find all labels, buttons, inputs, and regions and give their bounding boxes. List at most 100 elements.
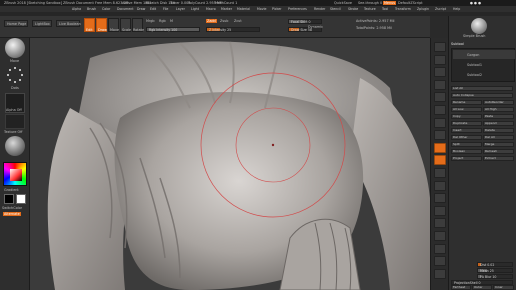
live-boolean-button[interactable]: Live Boolean	[56, 20, 81, 27]
move-button[interactable]: Move	[108, 18, 119, 32]
tray-split-button[interactable]: Split	[451, 142, 482, 147]
main-color-swatch[interactable]	[4, 194, 14, 204]
subtool-title[interactable]: Subtool	[451, 42, 464, 46]
solo-icon[interactable]	[434, 256, 446, 267]
polyf-icon[interactable]	[434, 218, 446, 229]
subtool-row-2[interactable]: Subtool1	[453, 60, 515, 69]
menu-tool[interactable]: Tool	[382, 7, 388, 11]
ghost-icon[interactable]	[434, 243, 446, 254]
zadd-button[interactable]: Zadd	[206, 19, 217, 23]
menu-draw[interactable]: Draw	[137, 7, 145, 11]
menu-transform[interactable]: Transform	[395, 7, 411, 11]
aahalf-icon[interactable]	[434, 105, 446, 115]
scale-icon[interactable]	[434, 193, 446, 204]
menu-document[interactable]: Document	[117, 7, 134, 11]
menu-zplugin[interactable]: Zplugin	[417, 7, 429, 11]
default-zscript-button[interactable]: DefaultZScript	[398, 1, 423, 5]
menu-layer[interactable]: Layer	[176, 7, 185, 11]
tray-del-other-button[interactable]: Del Other	[451, 135, 482, 140]
frame-icon[interactable]	[434, 168, 446, 178]
tray-copy-button[interactable]: Copy	[451, 114, 482, 119]
tray-project-button[interactable]: Project	[451, 156, 482, 161]
z-intensity-slider[interactable]: Z Intensity 25	[206, 27, 260, 32]
rgb-intensity-slider[interactable]: Rgb Intensity 100	[146, 27, 200, 32]
menu-render[interactable]: Render	[314, 7, 325, 11]
menu-edit[interactable]: Edit	[150, 7, 156, 11]
window-controls-icon[interactable]: ● ● ●	[470, 1, 481, 5]
local-icon[interactable]	[434, 142, 446, 153]
tray-del-all-button[interactable]: Del All	[483, 135, 514, 140]
focal-shift-slider[interactable]: Focal Shift 0	[288, 19, 322, 24]
pa-blur-slider[interactable]: PA Blur 10	[477, 274, 513, 279]
tray-merge-button[interactable]: Merge	[483, 142, 514, 147]
texture-thumbnail[interactable]	[5, 114, 25, 129]
dist-slider[interactable]: Dist 0.02	[477, 262, 513, 267]
lightbox-button[interactable]: LightBox	[32, 20, 52, 27]
dynamic-button[interactable]: Dynamic	[308, 25, 323, 29]
rgb-button[interactable]: Rgb	[159, 19, 166, 23]
menu-brush[interactable]: Brush	[87, 7, 96, 11]
mean-slider[interactable]: Mean 25	[477, 268, 513, 273]
rotate-button[interactable]: Rotate	[132, 18, 144, 32]
subtool-row-3[interactable]: Subtool2	[453, 70, 515, 79]
tray-all-low-button[interactable]: All Low	[451, 107, 482, 112]
zsub-button[interactable]: Zsub	[220, 19, 228, 23]
menu-stroke[interactable]: Stroke	[348, 7, 358, 11]
tray-rename-button[interactable]: Rename	[451, 100, 482, 105]
tray-auto-collapse-button[interactable]: Auto Collapse	[451, 93, 513, 98]
simple-brush-thumbnail[interactable]	[471, 18, 487, 34]
draw-button[interactable]: Draw	[96, 18, 107, 32]
menu-movie[interactable]: Movie	[257, 7, 266, 11]
color-picker-square[interactable]	[10, 169, 22, 181]
home-page-button[interactable]: Home Page	[4, 20, 28, 27]
menus-button[interactable]: Menus	[383, 1, 397, 5]
menu-light[interactable]: Light	[191, 7, 199, 11]
m-button[interactable]: M	[170, 19, 173, 23]
bpr-icon[interactable]	[434, 42, 446, 52]
tray-remesh-button[interactable]: Remesh	[483, 149, 514, 154]
menu-marker[interactable]: Marker	[221, 7, 232, 11]
tray-extract-button[interactable]: Extract	[483, 156, 514, 161]
menu-stencil[interactable]: Stencil	[330, 7, 341, 11]
tray-duplicate-button[interactable]: Duplicate	[451, 121, 482, 126]
farthest-button[interactable]: Farthest	[451, 285, 471, 290]
menu-zscript[interactable]: Zscript	[435, 7, 446, 11]
menu-material[interactable]: Material	[237, 7, 250, 11]
tray-append-button[interactable]: Append	[483, 121, 514, 126]
tray-insert-button[interactable]: Insert	[451, 128, 482, 133]
alternate-button[interactable]: Alternate	[3, 212, 21, 216]
inner-button[interactable]: Inner	[493, 285, 514, 290]
mrgb-button[interactable]: Mrgb	[146, 19, 155, 23]
quicksave-button[interactable]: QuickSave	[334, 1, 352, 5]
menu-alpha[interactable]: Alpha	[72, 7, 81, 11]
tray-boolean-button[interactable]: Boolean	[451, 149, 482, 154]
menu-picker[interactable]: Picker	[272, 7, 282, 11]
see-through-slider[interactable]: See-through 0	[358, 1, 382, 5]
tray-all-high-button[interactable]: All High	[483, 107, 514, 112]
floor-icon[interactable]	[434, 130, 446, 141]
zcut-button[interactable]: Zcut	[234, 19, 242, 23]
tray-delete-button[interactable]: Delete	[483, 128, 514, 133]
menu-texture[interactable]: Texture	[364, 7, 376, 11]
material-thumbnail[interactable]	[5, 136, 25, 156]
xpose-icon[interactable]	[434, 268, 446, 279]
tray-paste-button[interactable]: Paste	[483, 114, 514, 119]
menu-file[interactable]: File	[163, 7, 168, 11]
menu-help[interactable]: Help	[453, 7, 460, 11]
subtool-row-1[interactable]: Gorgon	[453, 50, 515, 59]
tray-list-all-button[interactable]: List All	[451, 86, 513, 91]
switch-color-button[interactable]: SwitchColor	[2, 206, 22, 210]
menu-macro[interactable]: Macro	[206, 7, 216, 11]
edit-button[interactable]: Edit	[84, 18, 95, 32]
scroll-icon[interactable]	[434, 67, 446, 78]
tray-autoreorder-button[interactable]: AutoReorder	[483, 100, 514, 105]
color-picker[interactable]	[3, 162, 27, 186]
menu-preferences[interactable]: Preferences	[288, 7, 307, 11]
xyz-icon[interactable]	[434, 155, 446, 166]
actual-icon[interactable]	[434, 92, 446, 103]
scale-button[interactable]: Scale	[120, 18, 131, 32]
secondary-color-swatch[interactable]	[16, 194, 26, 204]
persp-icon[interactable]	[434, 117, 446, 128]
brush-thumbnail[interactable]	[5, 38, 25, 58]
menu-color[interactable]: Color	[102, 7, 110, 11]
